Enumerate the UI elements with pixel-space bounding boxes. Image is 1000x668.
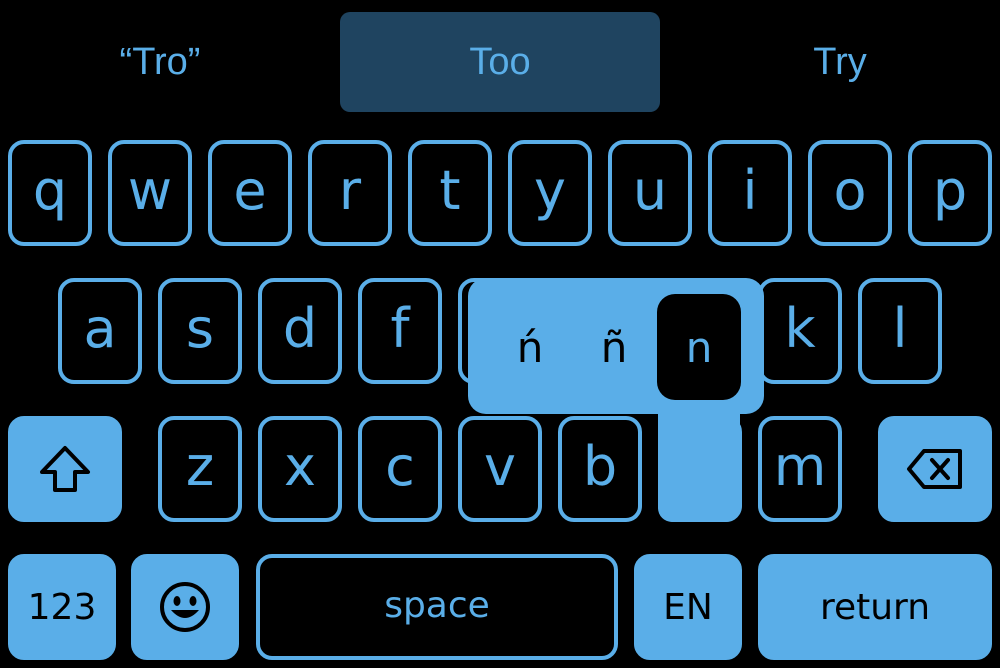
key-s[interactable]: s (158, 278, 242, 384)
key-o[interactable]: o (808, 140, 892, 246)
key-x[interactable]: x (258, 416, 342, 522)
suggestion-item[interactable]: “Tro” (0, 12, 320, 112)
key-a[interactable]: a (58, 278, 142, 384)
key-i[interactable]: i (708, 140, 792, 246)
key-c[interactable]: c (358, 416, 442, 522)
key-d[interactable]: d (258, 278, 342, 384)
key-e[interactable]: e (208, 140, 292, 246)
emoji-face-icon (158, 580, 212, 634)
key-t[interactable]: t (408, 140, 492, 246)
shift-arrow-icon (38, 444, 92, 494)
key-m[interactable]: m (758, 416, 842, 522)
key-z[interactable]: z (158, 416, 242, 522)
shift-key[interactable] (8, 416, 122, 522)
key-l[interactable]: l (858, 278, 942, 384)
key-b[interactable]: b (558, 416, 642, 522)
accent-option-n-selected[interactable]: n (657, 294, 741, 400)
accent-option-n-tilde[interactable]: ñ (572, 294, 656, 400)
key-f[interactable]: f (358, 278, 442, 384)
suggestion-item[interactable]: Try (680, 12, 1000, 112)
key-q[interactable]: q (8, 140, 92, 246)
suggestion-item-selected[interactable]: Too (340, 12, 660, 112)
backspace-icon (906, 448, 964, 490)
key-v[interactable]: v (458, 416, 542, 522)
key-y[interactable]: y (508, 140, 592, 246)
space-key[interactable]: space (256, 554, 618, 660)
key-w[interactable]: w (108, 140, 192, 246)
language-key[interactable]: EN (634, 554, 742, 660)
key-u[interactable]: u (608, 140, 692, 246)
accent-option-n-acute[interactable]: ń (488, 294, 572, 400)
numbers-key[interactable]: 123 (8, 554, 116, 660)
accent-popup-stem (658, 400, 740, 522)
return-key[interactable]: return (758, 554, 992, 660)
key-k[interactable]: k (758, 278, 842, 384)
key-r[interactable]: r (308, 140, 392, 246)
key-p[interactable]: p (908, 140, 992, 246)
delete-key[interactable] (878, 416, 992, 522)
emoji-key[interactable] (131, 554, 239, 660)
